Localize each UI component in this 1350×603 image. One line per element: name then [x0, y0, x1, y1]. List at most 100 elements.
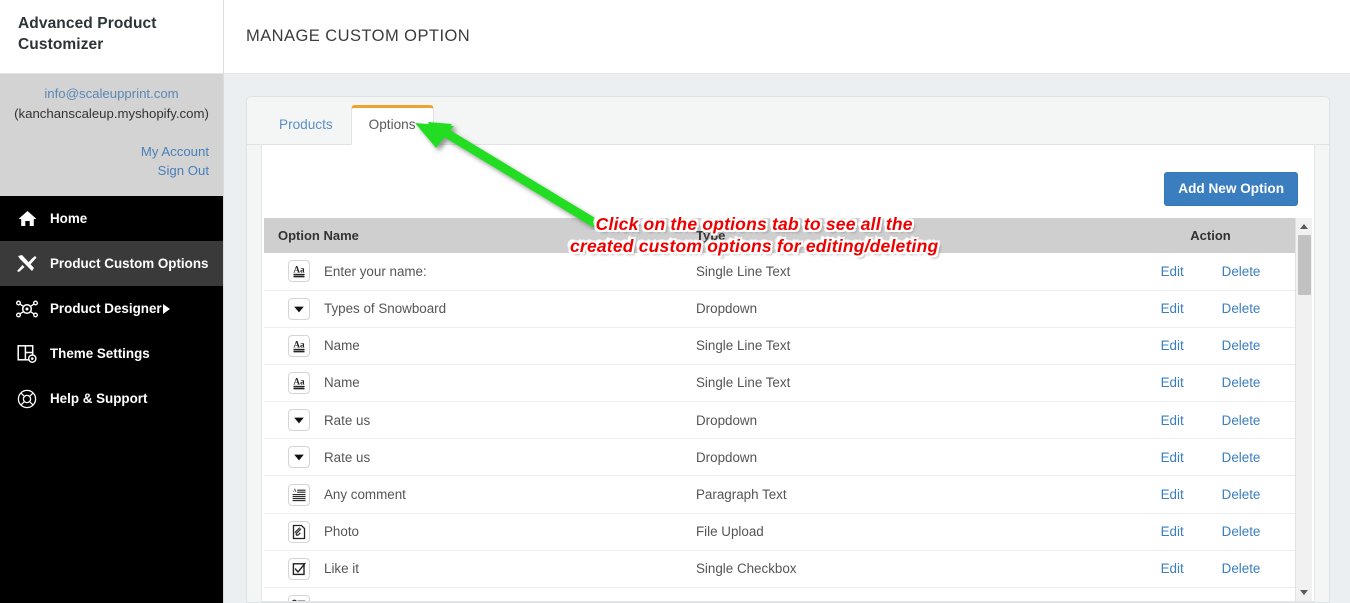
sidebar-item-product-custom-options[interactable]: Product Custom Options	[0, 241, 223, 286]
options-table-head: Option Name Type Action	[264, 218, 1295, 254]
file-upload-icon	[288, 520, 310, 543]
cell-option-type: Single Checkbox	[696, 561, 797, 577]
edit-link[interactable]: Edit	[1161, 599, 1184, 601]
edit-link[interactable]: Edit	[1161, 524, 1184, 539]
edit-link[interactable]: Edit	[1161, 301, 1184, 316]
delete-link[interactable]: Delete	[1222, 487, 1261, 502]
table-toolbar: Add New Option	[262, 145, 1314, 218]
svg-text:Aa: Aa	[293, 339, 305, 349]
delete-link[interactable]: Delete	[1222, 301, 1261, 316]
cell-option-type: Dropdown	[696, 449, 758, 465]
scrollbar-track[interactable]	[1295, 235, 1312, 584]
edit-link[interactable]: Edit	[1161, 487, 1184, 502]
cell-actions: Edit Delete	[1112, 290, 1295, 327]
cell-option-type: Dropdown	[696, 412, 758, 428]
delete-link[interactable]: Delete	[1222, 413, 1261, 428]
account-links: My Account Sign Out	[14, 142, 209, 180]
cell-option-name: A Any comment	[264, 476, 682, 512]
cell-option-name: Size	[264, 588, 682, 601]
table-row: A Any comment Paragraph Text Edit Delete	[264, 476, 1295, 514]
options-table-body: Aa Enter your name: Single Line Text Edit De…	[264, 253, 1295, 601]
sign-out-link[interactable]: Sign Out	[14, 161, 209, 180]
cell-actions: Edit Delete	[1112, 364, 1295, 401]
my-account-link[interactable]: My Account	[14, 142, 209, 161]
add-new-option-button[interactable]: Add New Option	[1164, 172, 1298, 207]
cell-actions: Edit Delete	[1112, 476, 1295, 513]
cell-option-name: Like it	[264, 551, 682, 587]
design-node-icon	[14, 298, 40, 320]
option-name-label: Name	[324, 375, 360, 391]
table-vertical-scrollbar[interactable]	[1295, 218, 1312, 601]
delete-link[interactable]: Delete	[1222, 524, 1261, 539]
delete-link[interactable]: Delete	[1222, 599, 1261, 601]
sidebar-nav: Home Product Custom Options Product Desi…	[0, 196, 223, 421]
cell-actions: Edit Delete	[1112, 439, 1295, 476]
edit-link[interactable]: Edit	[1161, 338, 1184, 353]
cell-option-name: Rate us	[264, 402, 682, 438]
cell-actions: Edit Delete	[1112, 550, 1295, 587]
scroll-down-arrow-icon[interactable]	[1295, 584, 1312, 601]
cell-option-name: Photo	[264, 514, 682, 550]
tab-bar: Products Options	[247, 97, 1329, 145]
cell-option-name: Rate us	[264, 439, 682, 475]
options-table-scroll[interactable]: Option Name Type Action Aa Enter your nam…	[264, 218, 1295, 601]
column-header-option-name: Option Name	[264, 218, 682, 254]
option-name-label: Any comment	[324, 487, 406, 503]
cell-option-type: Single Line Text	[696, 375, 791, 391]
delete-link[interactable]: Delete	[1222, 375, 1261, 390]
sidebar: Advanced Product Customizer info@scaleup…	[0, 0, 224, 603]
sidebar-item-product-designer[interactable]: Product Designer	[0, 286, 223, 331]
content-area: Products Options Add New Option Option N	[224, 74, 1350, 603]
tab-options[interactable]: Options	[350, 104, 434, 145]
dropdown-icon	[288, 409, 310, 432]
column-header-type: Type	[682, 218, 1112, 254]
cell-option-name: Types of Snowboard	[264, 291, 682, 327]
app-root: Advanced Product Customizer info@scaleup…	[0, 0, 1350, 603]
scrollbar-thumb[interactable]	[1297, 235, 1311, 296]
sidebar-item-theme-settings[interactable]: Theme Settings	[0, 331, 223, 376]
theme-gear-icon	[14, 343, 40, 365]
delete-link[interactable]: Delete	[1222, 561, 1261, 576]
scroll-up-arrow-icon[interactable]	[1295, 218, 1312, 236]
cell-option-type: Radio Button	[682, 588, 1112, 601]
cell-option-type: Single Line Text	[696, 338, 791, 354]
svg-text:Aa: Aa	[293, 265, 305, 275]
account-email: info@scaleupprint.com	[44, 86, 179, 101]
cell-actions: Edit Delete	[1112, 513, 1295, 550]
main-region: MANAGE CUSTOM OPTION Products Options Ad…	[224, 0, 1350, 603]
cell-option-type: Dropdown	[696, 301, 758, 317]
single-line-text-icon: Aa	[288, 260, 310, 283]
cell-option-type: Single Line Text	[696, 263, 791, 279]
sidebar-item-label: Product Custom Options	[50, 256, 209, 271]
cell-actions: Edit Delete	[1112, 327, 1295, 364]
table-row: Size Radio Button Edit Delete	[264, 588, 1295, 601]
dropdown-icon	[288, 297, 310, 320]
cell-actions: Edit Delete	[1112, 588, 1295, 601]
table-row: Rate us Dropdown Edit Delete	[264, 439, 1295, 476]
delete-link[interactable]: Delete	[1222, 450, 1261, 465]
radio-button-icon	[288, 595, 310, 601]
edit-link[interactable]: Edit	[1161, 413, 1184, 428]
sidebar-item-label: Product Designer	[50, 301, 162, 316]
table-header-row: Option Name Type Action	[264, 218, 1295, 254]
sidebar-item-label: Theme Settings	[50, 346, 150, 361]
delete-link[interactable]: Delete	[1222, 264, 1261, 279]
dropdown-icon	[288, 446, 310, 469]
tab-products[interactable]: Products	[261, 105, 351, 145]
option-name-label: Size	[324, 599, 350, 601]
single-line-text-icon: Aa	[288, 334, 310, 357]
edit-link[interactable]: Edit	[1161, 264, 1184, 279]
option-name-label: Like it	[324, 561, 359, 577]
edit-link[interactable]: Edit	[1161, 450, 1184, 465]
edit-link[interactable]: Edit	[1161, 375, 1184, 390]
delete-link[interactable]: Delete	[1222, 338, 1261, 353]
cell-option-type: File Upload	[696, 524, 764, 540]
sidebar-item-home[interactable]: Home	[0, 196, 223, 241]
options-table: Option Name Type Action Aa Enter your nam…	[264, 218, 1295, 601]
edit-link[interactable]: Edit	[1161, 561, 1184, 576]
table-row: Like it Single Checkbox Edit Delete	[264, 550, 1295, 588]
cell-option-name: Aa Name	[264, 328, 682, 364]
option-name-label: Enter your name:	[324, 263, 427, 279]
sidebar-item-help-support[interactable]: Help & Support	[0, 376, 223, 421]
home-icon	[14, 208, 40, 230]
